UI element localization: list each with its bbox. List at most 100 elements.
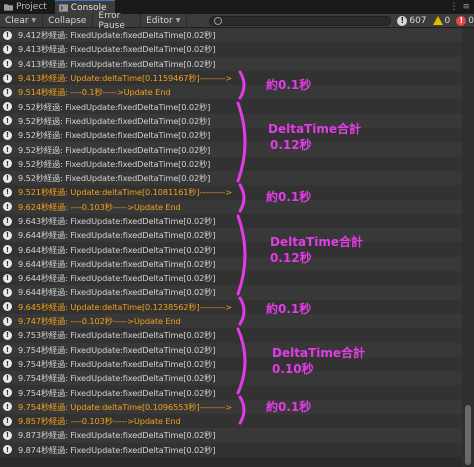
log-row-text: 9.644秒経過: FixedUpdate:fixedDeltaTime[0.0… <box>18 258 216 269</box>
log-row[interactable]: ! 9.753秒経過: FixedUpdate:fixedDeltaTime[0.… <box>0 328 462 343</box>
info-icon: ! <box>3 445 12 455</box>
log-row[interactable]: ! 9.413秒経過: FixedUpdate:fixedDeltaTime[0.… <box>0 42 462 57</box>
log-row[interactable]: ! 9.754秒経過: FixedUpdate:fixedDeltaTime[0.… <box>0 342 462 357</box>
info-icon: ! <box>3 273 12 283</box>
window-tab-bar: Project Console ⋮ ≡ <box>0 0 474 14</box>
error-pause-toggle[interactable]: Error Pause <box>93 11 142 31</box>
info-icon: ! <box>3 259 12 269</box>
log-row-text: 9.52秒経過: FixedUpdate:fixedDeltaTime[0.02… <box>18 115 211 126</box>
log-row-text: 9.413秒経過: FixedUpdate:fixedDeltaTime[0.0… <box>18 44 216 55</box>
tab-project[interactable]: Project <box>0 0 55 14</box>
annotation-approx-4: 約0.1秒 <box>266 400 312 414</box>
error-icon: ! <box>456 15 467 26</box>
log-row[interactable]: ! 9.52秒経過: FixedUpdate:fixedDeltaTime[0.0… <box>0 113 462 129</box>
clear-button[interactable]: Clear ▼ <box>0 14 44 27</box>
log-row[interactable]: ! 9.644秒経過: FixedUpdate:fixedDeltaTime[0.… <box>0 228 462 243</box>
console-toolbar: Clear ▼ Collapse Error Pause Editor ▼ ! … <box>0 11 474 31</box>
log-row[interactable]: ! 9.754秒経過: Update:deltaTime[0.1096553秒]-… <box>0 399 462 415</box>
search-input[interactable] <box>222 16 391 25</box>
editor-dropdown[interactable]: Editor ▼ <box>141 14 188 27</box>
log-row[interactable]: ! 9.857秒経過: ----0.103秒----->Update End <box>0 414 462 429</box>
editor-label: Editor <box>146 15 173 26</box>
annotation-bracket-6 <box>236 327 247 395</box>
log-row[interactable]: ! 9.413秒経過: Update:deltaTime[0.1159467秒]-… <box>0 70 462 86</box>
log-row[interactable]: ! 9.643秒経過: FixedUpdate:fixedDeltaTime[0.… <box>0 213 462 229</box>
info-icon: ! <box>3 173 12 183</box>
info-icon: ! <box>3 59 12 69</box>
error-count: 0 <box>468 15 474 26</box>
log-row-text: 9.52秒経過: FixedUpdate:fixedDeltaTime[0.02… <box>18 130 211 141</box>
log-row[interactable]: ! 9.644秒経過: FixedUpdate:fixedDeltaTime[0.… <box>0 271 462 286</box>
warning-counter-toggle[interactable]: 0 <box>432 16 450 26</box>
log-row-text: 9.644秒経過: FixedUpdate:fixedDeltaTime[0.0… <box>18 287 216 298</box>
log-row-text: 9.857秒経過: ----0.103秒----->Update End <box>18 416 181 427</box>
log-row[interactable]: ! 9.644秒経過: FixedUpdate:fixedDeltaTime[0.… <box>0 242 462 257</box>
info-icon: ! <box>3 345 12 355</box>
log-row[interactable]: ! 9.644秒経過: FixedUpdate:fixedDeltaTime[0.… <box>0 256 462 272</box>
log-row-text: 9.754秒経過: FixedUpdate:fixedDeltaTime[0.0… <box>18 344 216 355</box>
info-icon: ! <box>3 187 12 197</box>
info-icon: ! <box>3 316 12 326</box>
info-icon: ! <box>3 44 12 54</box>
scrollbar-thumb[interactable] <box>465 405 471 465</box>
log-row[interactable]: ! 9.52秒経過: FixedUpdate:fixedDeltaTime[0.0… <box>0 99 462 114</box>
annotation-sum-value-3: 0.10秒 <box>272 362 314 376</box>
info-icon: ! <box>3 388 12 398</box>
log-row-text: 9.644秒経過: FixedUpdate:fixedDeltaTime[0.0… <box>18 244 216 255</box>
log-row[interactable]: ! 9.52秒経過: FixedUpdate:fixedDeltaTime[0.0… <box>0 128 462 143</box>
annotation-sum-title-2: DeltaTime合計 <box>270 235 363 249</box>
log-row[interactable]: ! 9.412秒経過: FixedUpdate:fixedDeltaTime[0.… <box>0 28 462 43</box>
collapse-label: Collapse <box>48 15 87 26</box>
collapse-toggle[interactable]: Collapse <box>43 14 94 27</box>
log-row[interactable]: ! 9.413秒経過: FixedUpdate:fixedDeltaTime[0.… <box>0 56 462 71</box>
log-row[interactable]: ! 9.754秒経過: FixedUpdate:fixedDeltaTime[0.… <box>0 371 462 386</box>
info-icon: ! <box>3 159 12 169</box>
log-row[interactable]: ! 9.747秒経過: ----0.102秒----->Update End <box>0 313 462 329</box>
log-row[interactable]: ! 9.624秒経過: ----0.103秒----->Update End <box>0 199 462 214</box>
menu-lines-icon[interactable]: ≡ <box>462 2 470 12</box>
log-row-text: 9.873秒経過: FixedUpdate:fixedDeltaTime[0.0… <box>18 430 216 441</box>
log-row-text: 9.413秒経過: FixedUpdate:fixedDeltaTime[0.0… <box>18 58 216 69</box>
info-icon: ! <box>3 287 12 297</box>
annotation-bracket-5 <box>238 296 246 326</box>
chevron-down-icon[interactable]: ▼ <box>32 17 37 24</box>
log-row[interactable]: ! 9.754秒経過: FixedUpdate:fixedDeltaTime[0.… <box>0 356 462 372</box>
annotation-approx-3: 約0.1秒 <box>266 302 312 316</box>
log-row-text: 9.645秒経過: Update:deltaTime[0.1238562秒]--… <box>18 301 233 312</box>
log-row[interactable]: ! 9.873秒経過: FixedUpdate:fixedDeltaTime[0.… <box>0 428 462 443</box>
more-options-icon[interactable]: ⋮ <box>449 2 458 12</box>
log-row-text: 9.644秒経過: FixedUpdate:fixedDeltaTime[0.0… <box>18 273 216 284</box>
warning-icon <box>432 16 443 25</box>
annotation-bracket-3 <box>238 183 246 213</box>
clear-label: Clear <box>5 15 29 26</box>
info-icon: ! <box>3 130 12 140</box>
log-row[interactable]: ! 9.645秒経過: Update:deltaTime[0.1238562秒]-… <box>0 299 462 314</box>
log-row[interactable]: ! 9.521秒経過: Update:deltaTime[0.1081161秒]-… <box>0 185 462 200</box>
log-row[interactable]: ! 9.52秒経過: FixedUpdate:fixedDeltaTime[0.0… <box>0 156 462 171</box>
search-field[interactable] <box>209 15 392 26</box>
folder-icon <box>4 4 13 11</box>
log-row-text: 9.754秒経過: Update:deltaTime[0.1096553秒]--… <box>18 401 233 412</box>
info-icon: ! <box>397 15 408 26</box>
log-row-text: 9.643秒経過: FixedUpdate:fixedDeltaTime[0.0… <box>18 216 216 226</box>
info-icon: ! <box>3 245 12 255</box>
window-menu: ⋮ ≡ <box>449 0 474 14</box>
error-counter-toggle[interactable]: ! 0 <box>456 15 474 26</box>
vertical-scrollbar[interactable] <box>462 28 474 467</box>
log-row[interactable]: ! 9.874秒経過: FixedUpdate:fixedDeltaTime[0.… <box>0 442 462 457</box>
search-icon <box>214 16 223 25</box>
log-row[interactable]: ! 9.52秒経過: FixedUpdate:fixedDeltaTime[0.0… <box>0 170 462 186</box>
log-row[interactable]: ! 9.514秒経過: ----0.1秒----->Update End <box>0 85 462 100</box>
log-row[interactable]: ! 9.52秒経過: FixedUpdate:fixedDeltaTime[0.0… <box>0 142 462 157</box>
log-row-text: 9.874秒経過: FixedUpdate:fixedDeltaTime[0.0… <box>18 444 216 455</box>
console-log-list[interactable]: ! 9.412秒経過: FixedUpdate:fixedDeltaTime[0.… <box>0 28 462 467</box>
info-counter-toggle[interactable]: ! 607 <box>397 15 427 26</box>
info-icon: ! <box>3 116 12 126</box>
info-count: 607 <box>409 15 427 26</box>
log-row[interactable]: ! 9.754秒経過: FixedUpdate:fixedDeltaTime[0.… <box>0 385 462 400</box>
annotation-sum-title-1: DeltaTime合計 <box>268 122 361 136</box>
info-icon: ! <box>3 145 12 155</box>
log-row-text: 9.624秒経過: ----0.103秒----->Update End <box>18 201 181 212</box>
annotation-sum-value-2: 0.12秒 <box>270 251 312 265</box>
log-row[interactable]: ! 9.644秒経過: FixedUpdate:fixedDeltaTime[0.… <box>0 285 462 300</box>
